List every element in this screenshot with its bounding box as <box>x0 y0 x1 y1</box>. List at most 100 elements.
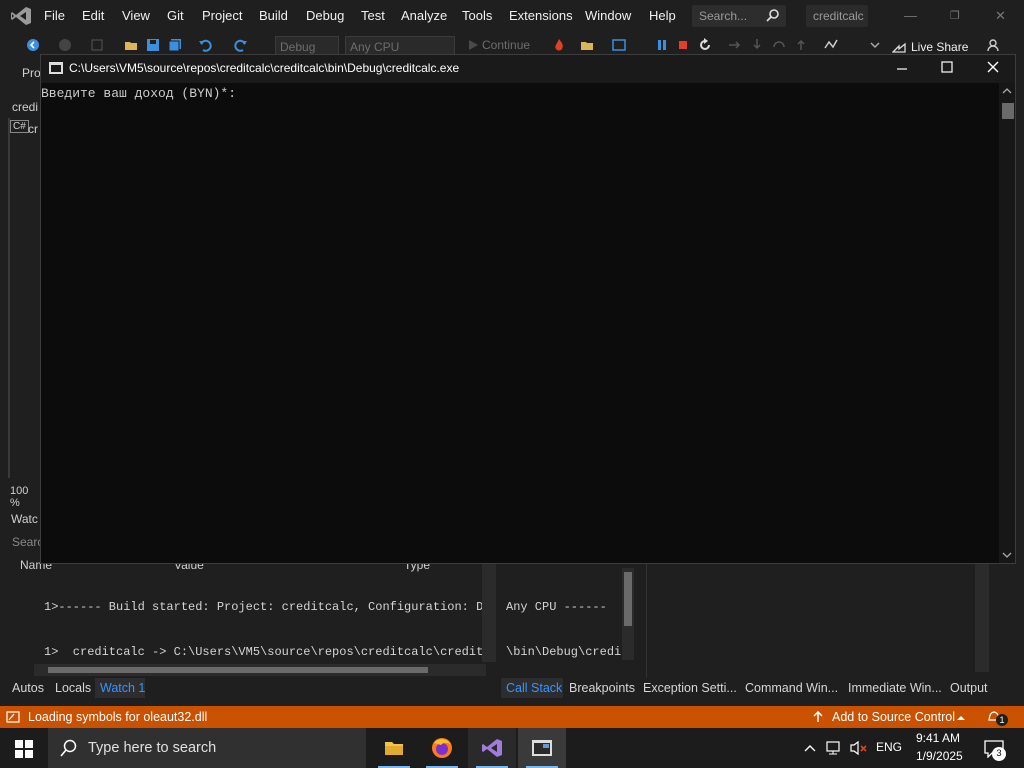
file-explorer-app[interactable] <box>370 728 418 768</box>
tab-locals[interactable]: Locals <box>55 681 91 695</box>
action-center-badge: 3 <box>992 747 1006 761</box>
visual-studio-logo-icon[interactable] <box>10 6 32 26</box>
search-input[interactable]: Search... <box>692 5 786 27</box>
forward-icon[interactable] <box>58 38 72 52</box>
menu-extensions[interactable]: Extensions <box>509 8 573 23</box>
show-next-statement-icon[interactable] <box>728 38 742 52</box>
stop-icon[interactable] <box>676 38 690 52</box>
menu-git[interactable]: Git <box>167 8 184 23</box>
back-icon[interactable] <box>26 38 40 52</box>
redo-icon[interactable] <box>234 38 248 52</box>
watch-panel: Name Value Type 1>------ Build started: … <box>0 558 496 678</box>
menu-edit[interactable]: Edit <box>82 8 104 23</box>
menu-help[interactable]: Help <box>649 8 676 23</box>
windows-start-icon[interactable] <box>15 740 33 758</box>
console-output-area[interactable]: Введите ваш доход (BYN)*: <box>41 83 999 563</box>
console-app[interactable] <box>518 728 566 768</box>
tab-autos[interactable]: Autos <box>12 681 44 695</box>
tab-output[interactable]: Output <box>950 681 988 695</box>
console-close-icon[interactable] <box>987 61 999 73</box>
immediate-panel <box>646 562 995 678</box>
console-scrollbar[interactable] <box>999 83 1015 563</box>
undo-icon[interactable] <box>198 38 212 52</box>
console-titlebar[interactable]: C:\Users\VM5\source\repos\creditcalc\cre… <box>41 55 1015 83</box>
zoom-level[interactable]: 100 % <box>10 485 40 509</box>
clock-time[interactable]: 9:41 AM <box>916 731 960 745</box>
platform-select[interactable]: Any CPU <box>345 36 455 56</box>
clock-date[interactable]: 1/9/2025 <box>916 749 963 763</box>
scroll-up-icon[interactable] <box>1002 87 1012 95</box>
watch-vscrollbar[interactable] <box>482 562 496 662</box>
tab-immediate-window[interactable]: Immediate Win... <box>848 681 942 695</box>
open-folder-icon[interactable] <box>124 38 138 52</box>
save-all-icon[interactable] <box>168 38 182 52</box>
console-minimize-icon[interactable] <box>896 63 908 75</box>
menu-test[interactable]: Test <box>361 8 385 23</box>
menu-file[interactable]: File <box>44 8 65 23</box>
menu-build[interactable]: Build <box>259 8 288 23</box>
output-right-line: \bin\Debug\credit <box>506 645 629 659</box>
menu-view[interactable]: View <box>122 8 150 23</box>
add-to-source-control-button[interactable]: Add to Source Control <box>832 710 955 724</box>
firefox-app[interactable] <box>418 728 466 768</box>
callstack-vscrollbar[interactable] <box>622 568 634 660</box>
continue-label[interactable]: Continue <box>482 38 530 52</box>
watch-hscrollbar[interactable] <box>34 664 486 676</box>
pause-icon[interactable] <box>655 38 669 52</box>
step-into-icon[interactable] <box>750 38 764 52</box>
continue-icon[interactable] <box>466 38 480 52</box>
minimize-icon[interactable]: — <box>904 8 917 23</box>
taskbar: Type here to search ENG 9:41 AM 1/9/2025… <box>0 728 1024 768</box>
console-app-icon <box>49 62 63 74</box>
tab-call-stack[interactable]: Call Stack <box>506 681 562 695</box>
file-tab-fragment[interactable]: cr <box>28 122 38 136</box>
visual-studio-app[interactable] <box>468 728 516 768</box>
save-icon[interactable] <box>146 38 160 52</box>
menu-window[interactable]: Window <box>585 8 631 23</box>
language-indicator[interactable]: ENG <box>876 740 902 754</box>
menu-analyze[interactable]: Analyze <box>401 8 447 23</box>
config-select[interactable]: Debug <box>275 36 339 56</box>
watch-title-fragment: Watc <box>11 512 38 526</box>
feedback-icon[interactable] <box>986 38 1000 52</box>
search-placeholder: Search... <box>699 9 748 23</box>
callstack-vscroll-thumb[interactable] <box>624 572 632 626</box>
tab-command-window[interactable]: Command Win... <box>745 681 838 695</box>
taskbar-search-input[interactable]: Type here to search <box>48 728 366 768</box>
watch-search-fragment[interactable]: Searc <box>12 535 43 549</box>
diagnostics-icon[interactable] <box>824 38 838 52</box>
menu-debug[interactable]: Debug <box>306 8 344 23</box>
console-maximize-icon[interactable] <box>941 61 953 73</box>
menu-project[interactable]: Project <box>202 8 242 23</box>
volume-muted-icon[interactable] <box>850 740 868 756</box>
show-hidden-icons-icon[interactable] <box>804 743 816 753</box>
find-in-files-icon[interactable] <box>580 38 594 52</box>
restore-icon[interactable]: ❐ <box>950 9 960 22</box>
scroll-down-icon[interactable] <box>1002 551 1012 559</box>
document-tab-fragment[interactable]: credi <box>12 100 38 114</box>
immediate-vscrollbar[interactable] <box>975 562 989 672</box>
network-icon[interactable] <box>826 740 844 756</box>
tab-watch1[interactable]: Watch 1 <box>100 681 145 695</box>
folder-icon <box>385 742 403 755</box>
new-project-icon[interactable] <box>90 38 104 52</box>
output-line: 1>------ Build started: Project: creditc… <box>44 600 491 614</box>
tab-exception-settings[interactable]: Exception Setti... <box>643 681 737 695</box>
live-share-icon[interactable] <box>892 42 906 54</box>
browser-link-icon[interactable] <box>612 38 626 52</box>
live-share-button[interactable]: Live Share <box>911 40 968 54</box>
solution-name-badge: creditcalc <box>806 5 868 27</box>
menu-tools[interactable]: Tools <box>462 8 492 23</box>
step-out-icon[interactable] <box>794 38 808 52</box>
close-icon[interactable]: ✕ <box>995 8 1006 24</box>
toolbar-more-icon[interactable] <box>868 38 882 52</box>
project-tab-fragment[interactable]: Pro <box>22 66 41 80</box>
chevron-up-icon[interactable] <box>956 714 966 722</box>
tab-breakpoints[interactable]: Breakpoints <box>569 681 635 695</box>
step-over-icon[interactable] <box>772 38 786 52</box>
restart-icon[interactable] <box>698 38 712 52</box>
console-scroll-thumb[interactable] <box>1002 103 1014 119</box>
output-right-line: Any CPU ------ <box>506 600 607 614</box>
watch-hscroll-thumb[interactable] <box>48 667 428 673</box>
hot-reload-icon[interactable] <box>552 38 566 52</box>
